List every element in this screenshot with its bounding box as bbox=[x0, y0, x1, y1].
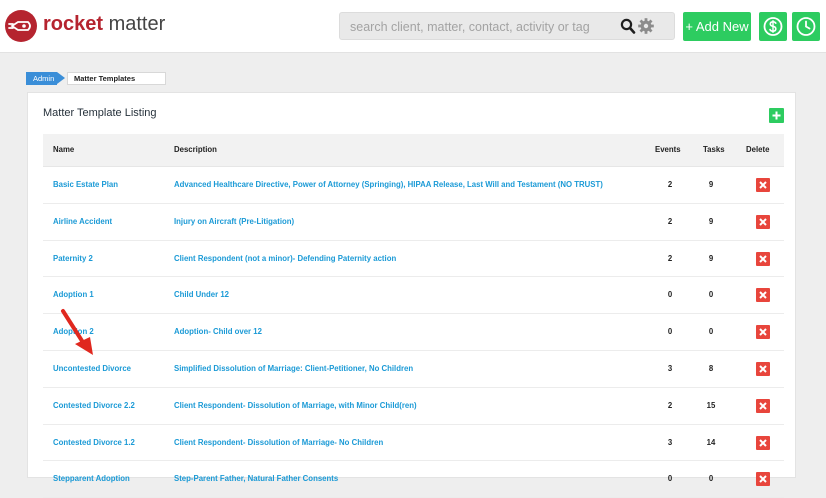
events-count: 2 bbox=[667, 216, 673, 226]
gear-icon[interactable] bbox=[637, 17, 655, 40]
template-description-link[interactable]: Step-Parent Father, Natural Father Conse… bbox=[174, 461, 338, 496]
search-box bbox=[339, 12, 675, 40]
delete-x-icon bbox=[756, 179, 770, 196]
breadcrumb-arrow bbox=[57, 72, 65, 84]
delete-x-icon bbox=[756, 473, 770, 490]
events-count: 2 bbox=[667, 400, 673, 410]
template-description-link[interactable]: Adoption- Child over 12 bbox=[174, 314, 262, 349]
table-body: Basic Estate Plan Advanced Healthcare Dir… bbox=[43, 167, 784, 498]
table-row: Paternity 2 Client Respondent (not a mino… bbox=[43, 241, 784, 278]
delete-button[interactable] bbox=[756, 435, 770, 450]
template-name-link[interactable]: Contested Divorce 2.2 bbox=[53, 388, 135, 423]
template-name-link[interactable]: Contested Divorce 1.2 bbox=[53, 425, 135, 460]
header-delete: Delete bbox=[746, 145, 770, 154]
events-count: 0 bbox=[667, 327, 673, 337]
delete-button[interactable] bbox=[756, 325, 770, 340]
table-row: Adoption 2 Adoption- Child over 12 0 0 bbox=[43, 314, 784, 351]
rocket-logo-icon[interactable] bbox=[5, 10, 37, 42]
search-icon[interactable] bbox=[620, 17, 636, 40]
tasks-count: 15 bbox=[706, 400, 716, 410]
dollar-icon bbox=[759, 17, 787, 45]
table-row: Basic Estate Plan Advanced Healthcare Dir… bbox=[43, 167, 784, 204]
header-description[interactable]: Description bbox=[174, 134, 217, 166]
template-name-link[interactable]: Airline Accident bbox=[53, 204, 112, 239]
timer-button[interactable] bbox=[792, 12, 820, 41]
template-description-link[interactable]: Simplified Dissolution of Marriage: Clie… bbox=[174, 351, 413, 386]
annotation-arrow bbox=[61, 309, 93, 355]
template-description-link[interactable]: Client Respondent- Dissolution of Marria… bbox=[174, 425, 383, 460]
template-description-link[interactable]: Injury on Aircraft (Pre-Litigation) bbox=[174, 204, 294, 239]
template-table: Name Description Events Tasks Delete Bas… bbox=[43, 134, 784, 498]
delete-x-icon bbox=[756, 400, 770, 417]
delete-x-icon bbox=[756, 216, 770, 233]
top-bar: rocket matter search client, matter, con… bbox=[0, 0, 826, 53]
template-name-link[interactable]: Stepparent Adoption bbox=[53, 461, 130, 496]
add-new-button[interactable]: + Add New bbox=[683, 12, 751, 41]
events-count: 3 bbox=[667, 363, 673, 373]
template-name-link[interactable]: Paternity 2 bbox=[53, 241, 93, 276]
events-count: 2 bbox=[667, 253, 673, 263]
tasks-count: 0 bbox=[708, 327, 714, 337]
table-row: Uncontested Divorce Simplified Dissolutio… bbox=[43, 351, 784, 388]
delete-x-icon bbox=[756, 289, 770, 306]
delete-x-icon bbox=[756, 437, 770, 454]
brand-name[interactable]: rocket matter bbox=[43, 13, 165, 36]
template-description-link[interactable]: Advanced Healthcare Directive, Power of … bbox=[174, 167, 603, 202]
template-description-link[interactable]: Client Respondent- Dissolution of Marria… bbox=[174, 388, 417, 423]
delete-x-icon bbox=[756, 253, 770, 270]
tasks-count: 0 bbox=[708, 290, 714, 300]
page-title: Matter Template Listing bbox=[43, 107, 157, 119]
breadcrumb-admin[interactable]: Admin bbox=[26, 72, 57, 85]
delete-x-icon bbox=[756, 363, 770, 380]
delete-button[interactable] bbox=[756, 178, 770, 192]
table-row: Stepparent Adoption Step-Parent Father, N… bbox=[43, 461, 784, 498]
add-template-button[interactable] bbox=[769, 108, 784, 123]
tasks-count: 9 bbox=[708, 253, 714, 263]
tasks-count: 9 bbox=[708, 216, 714, 226]
delete-button[interactable] bbox=[756, 472, 770, 487]
tasks-count: 9 bbox=[708, 180, 714, 189]
breadcrumb-matter-templates: Matter Templates bbox=[67, 72, 166, 85]
table-row: Airline Accident Injury on Aircraft (Pre-… bbox=[43, 204, 784, 241]
tasks-count: 0 bbox=[708, 474, 714, 484]
delete-button[interactable] bbox=[756, 251, 770, 266]
header-events[interactable]: Events bbox=[655, 134, 681, 166]
delete-button[interactable] bbox=[756, 398, 770, 413]
events-count: 0 bbox=[667, 290, 673, 300]
delete-x-icon bbox=[756, 326, 770, 343]
clock-icon bbox=[792, 17, 820, 45]
plus-icon bbox=[769, 110, 784, 127]
billing-button[interactable] bbox=[759, 12, 787, 41]
delete-button[interactable] bbox=[756, 288, 770, 303]
matter-template-panel: Matter Template Listing Name Description… bbox=[27, 92, 796, 498]
delete-button[interactable] bbox=[756, 214, 770, 229]
table-header: Name Description Events Tasks Delete bbox=[43, 134, 784, 167]
brand-name-bold: rocket bbox=[43, 13, 104, 35]
delete-button[interactable] bbox=[756, 361, 770, 376]
header-name[interactable]: Name bbox=[53, 134, 74, 166]
search-input[interactable] bbox=[348, 16, 612, 38]
template-description-link[interactable]: Client Respondent (not a minor)- Defendi… bbox=[174, 241, 396, 276]
table-row: Contested Divorce 2.2 Client Respondent- … bbox=[43, 388, 784, 425]
tasks-count: 8 bbox=[708, 363, 714, 373]
table-row: Contested Divorce 1.2 Client Respondent- … bbox=[43, 425, 784, 462]
brand-name-rest: matter bbox=[103, 13, 166, 35]
header-tasks[interactable]: Tasks bbox=[703, 134, 725, 166]
events-count: 0 bbox=[667, 474, 673, 484]
table-row: Adoption 1 Child Under 12 0 0 bbox=[43, 277, 784, 315]
tasks-count: 14 bbox=[706, 437, 716, 447]
template-name-link[interactable]: Basic Estate Plan bbox=[53, 167, 118, 202]
events-count: 2 bbox=[667, 180, 673, 189]
template-description-link[interactable]: Child Under 12 bbox=[174, 277, 229, 312]
events-count: 3 bbox=[667, 437, 673, 447]
